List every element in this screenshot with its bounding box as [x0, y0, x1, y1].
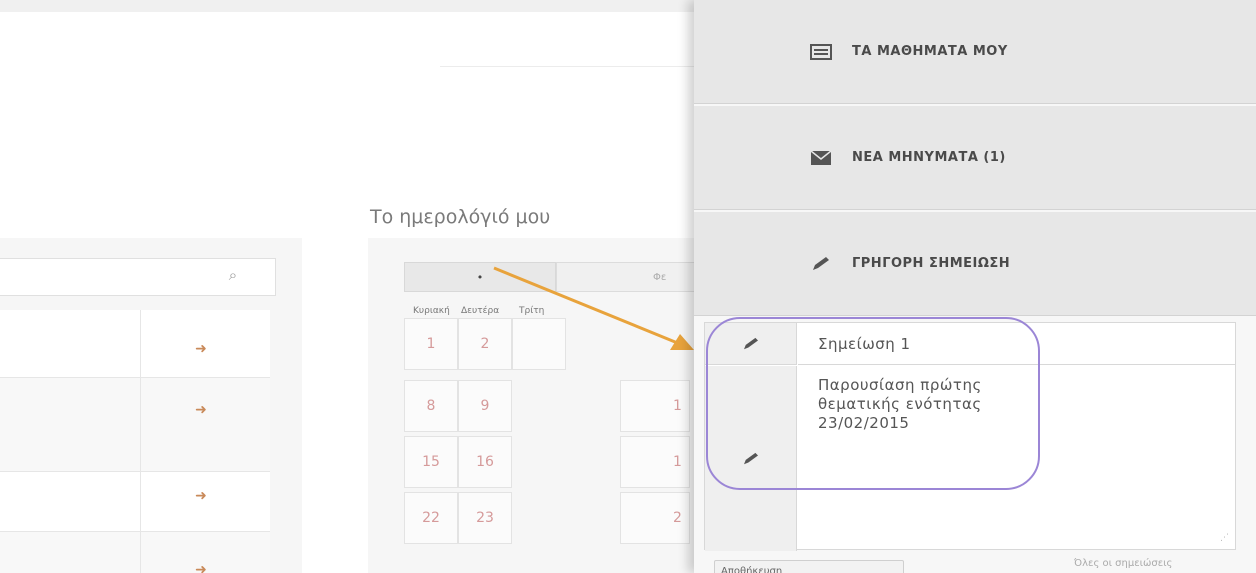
list-item[interactable]	[0, 532, 270, 573]
calendar-day[interactable]: 23	[458, 492, 512, 544]
calendar-day[interactable]: 1	[620, 380, 690, 432]
drawer-item-label: ΝΕΑ ΜΗΝΥΜΑΤΑ (1)	[852, 150, 1006, 165]
pencil-icon	[743, 452, 758, 464]
list-item[interactable]	[0, 310, 270, 378]
day-name: Κυριακή	[413, 306, 450, 316]
sign-in-icon[interactable]: ➜	[188, 400, 214, 420]
drawer-item-quick-note[interactable]: ΓΡΗΓΟΡΗ ΣΗΜΕΙΩΣΗ	[694, 212, 1256, 316]
resize-grip-icon[interactable]: ⋰	[1220, 533, 1229, 543]
drawer-item-label: ΤΑ ΜΑΘΗΜΑΤΑ ΜΟΥ	[852, 44, 1008, 59]
list-item[interactable]	[0, 378, 270, 472]
calendar-day[interactable]: 1	[620, 436, 690, 488]
calendar-day[interactable]: 8	[404, 380, 458, 432]
sign-in-icon[interactable]: ➜	[188, 339, 214, 359]
top-bar	[0, 0, 700, 12]
sign-in-icon[interactable]: ➜	[188, 486, 214, 506]
save-note-button[interactable]: Αποθήκευση	[714, 560, 904, 573]
calendar-day[interactable]: 1	[404, 318, 458, 370]
annotation-arrow	[493, 266, 694, 350]
sign-in-icon[interactable]: ➜	[188, 560, 214, 573]
calendar-day[interactable]: 15	[404, 436, 458, 488]
drawer-item-my-courses[interactable]: ΤΑ ΜΑΘΗΜΑΤΑ ΜΟΥ	[694, 0, 1256, 104]
calendar-day[interactable]: 9	[458, 380, 512, 432]
search-icon[interactable]: ⌕	[222, 262, 244, 288]
calendar-day[interactable]: 16	[458, 436, 512, 488]
drawer-item-new-messages[interactable]: ΝΕΑ ΜΗΝΥΜΑΤΑ (1)	[694, 106, 1256, 210]
envelope-icon	[808, 148, 834, 168]
calendar-day[interactable]: 2	[620, 492, 690, 544]
divider	[440, 66, 700, 67]
all-notes-link[interactable]: Όλες οι σημειώσεις	[1074, 558, 1172, 569]
pencil-icon	[808, 254, 834, 274]
side-drawer: ΤΑ ΜΑΘΗΜΑΤΑ ΜΟΥ ΝΕΑ ΜΗΝΥΜΑΤΑ (1) ΓΡΗΓΟΡΗ…	[694, 0, 1256, 573]
note-body-textarea[interactable]: Παρουσίαση πρώτης θεματικής ενότητας 23/…	[798, 366, 1235, 549]
calendar-title: Το ημερολόγιό μου	[370, 206, 551, 228]
list-item[interactable]	[0, 472, 270, 532]
note-title-addon	[705, 323, 797, 365]
note-body-addon	[705, 366, 797, 551]
calendar-day[interactable]: 22	[404, 492, 458, 544]
drawer-item-label: ΓΡΗΓΟΡΗ ΣΗΜΕΙΩΣΗ	[852, 256, 1011, 271]
courses-icon	[808, 42, 834, 62]
note-title-input[interactable]	[798, 323, 1235, 365]
pencil-icon	[743, 337, 758, 349]
quick-note-form: Παρουσίαση πρώτης θεματικής ενότητας 23/…	[704, 322, 1236, 551]
